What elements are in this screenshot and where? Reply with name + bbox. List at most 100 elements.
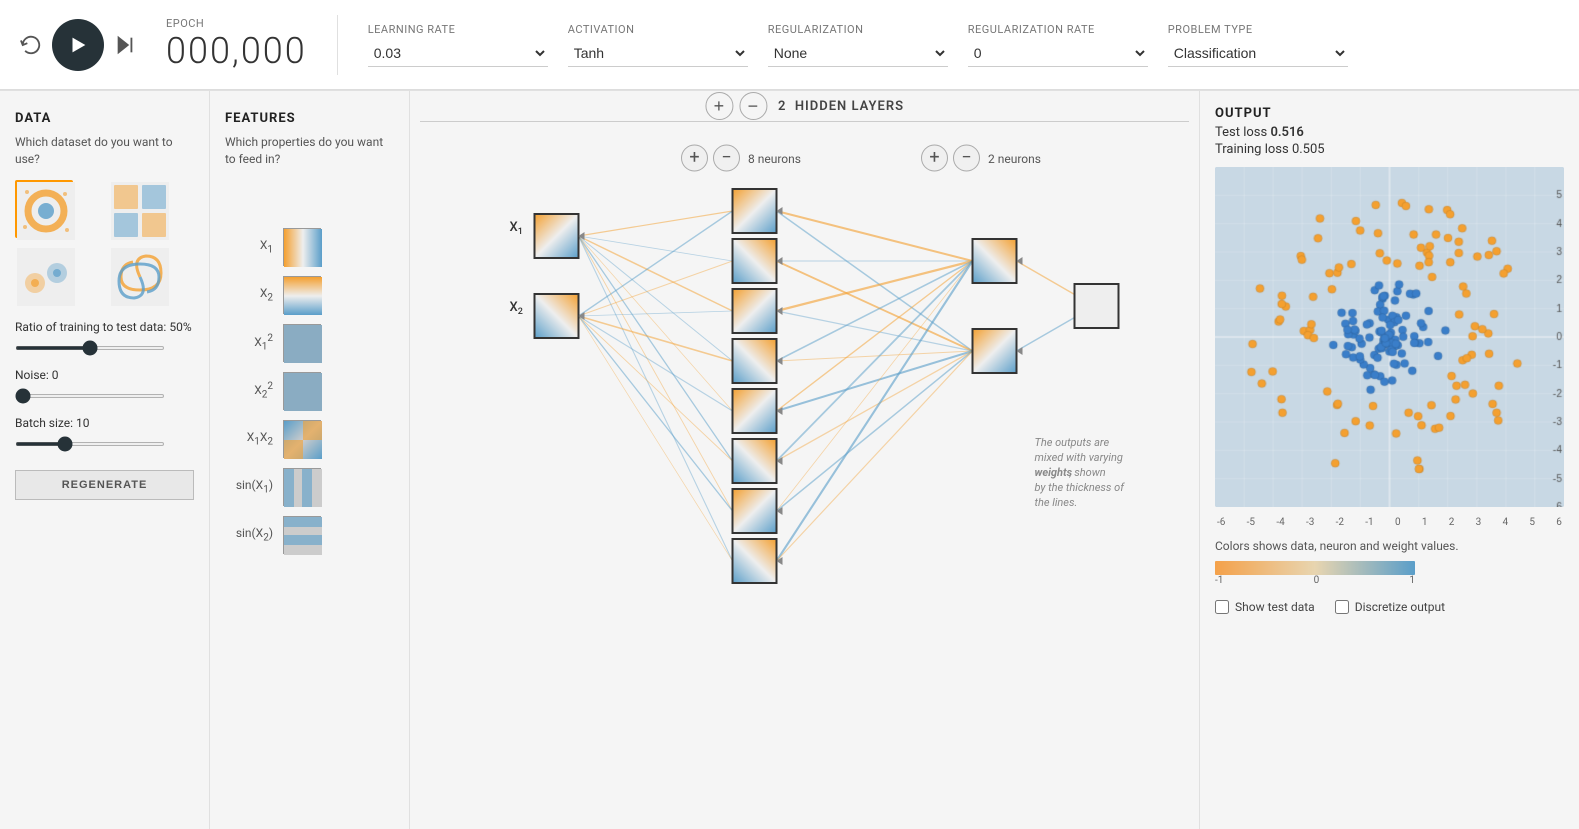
activation-label: Activation	[568, 23, 748, 36]
svg-text:X1: X1	[510, 220, 523, 237]
svg-text:the lines.: the lines.	[1035, 496, 1078, 509]
activation-select[interactable]: ReLU Tanh Sigmoid Linear	[568, 40, 748, 67]
ratio-group: Ratio of training to test data: 50%	[15, 320, 194, 354]
output-visualization	[1215, 167, 1564, 507]
svg-text:, shown: , shown	[1069, 466, 1106, 479]
svg-text:weights: weights	[1035, 466, 1073, 479]
feature-thumb-sinx2[interactable]	[283, 516, 321, 554]
ratio-value: 50%	[169, 320, 191, 334]
learning-rate-label: Learning rate	[368, 23, 548, 36]
reg-rate-select[interactable]: 0 0.001 0.003 0.01 0.03 0.1 0.3 1 3 10	[968, 40, 1148, 67]
noise-value: 0	[52, 368, 59, 382]
feature-thumb-x1[interactable]	[283, 228, 321, 266]
svg-text:The outputs are: The outputs are	[1035, 436, 1110, 449]
feature-thumb-x2sq[interactable]	[283, 372, 321, 410]
reg-rate-label: Regularization rate	[968, 23, 1148, 36]
main-content: DATA Which dataset do you want to use?	[0, 91, 1579, 829]
bottom-options: Show test data Discretize output	[1215, 600, 1564, 614]
feature-sinx1: sin(X1)	[225, 468, 394, 506]
playback-controls	[20, 19, 136, 71]
play-button[interactable]	[52, 19, 104, 71]
training-loss-value: 0.505	[1292, 142, 1325, 157]
batch-group: Batch size: 10	[15, 416, 194, 450]
test-loss-value: 0.516	[1270, 125, 1303, 140]
color-bar-min: -1	[1215, 575, 1223, 586]
color-bar	[1215, 561, 1415, 575]
feature-x1x2: X1X2	[225, 420, 394, 458]
feature-thumb-x1sq[interactable]	[283, 324, 321, 362]
activation-group: Activation ReLU Tanh Sigmoid Linear	[568, 23, 748, 67]
discretize-output-checkbox[interactable]	[1335, 600, 1349, 614]
feature-x1: X1	[225, 228, 394, 266]
show-test-label: Show test data	[1235, 600, 1315, 614]
ratio-slider[interactable]	[15, 346, 165, 350]
noise-slider[interactable]	[15, 394, 165, 398]
show-test-data-checkbox[interactable]	[1215, 600, 1229, 614]
noise-group: Noise: 0	[15, 368, 194, 402]
show-test-data-option[interactable]: Show test data	[1215, 600, 1315, 614]
svg-text:X2: X2	[510, 300, 523, 317]
color-legend-text: Colors shows data, neuron and weight val…	[1215, 538, 1564, 555]
svg-text:−: −	[961, 147, 971, 168]
reset-button[interactable]	[20, 34, 42, 56]
epoch-section: Epoch 000,000	[166, 17, 307, 72]
feature-thumb-x1x2[interactable]	[283, 420, 321, 458]
color-bar-labels: -1 0 1	[1215, 575, 1415, 586]
data-subtitle: Which dataset do you want to use?	[15, 134, 194, 168]
features-subtitle: Which properties do you want to feed in?	[225, 134, 394, 168]
svg-text:+: +	[689, 147, 699, 168]
data-title: DATA	[15, 111, 194, 126]
color-legend: Colors shows data, neuron and weight val…	[1215, 538, 1564, 586]
svg-text:2 neurons: 2 neurons	[988, 152, 1041, 166]
dataset-gaussian[interactable]	[15, 246, 73, 304]
dataset-grid	[15, 180, 194, 304]
svg-text:mixed with varying: mixed with varying	[1035, 451, 1123, 464]
x-axis-labels: -6-5-4-3-2-1 0123456	[1215, 517, 1564, 528]
feature-sinx2: sin(X2)	[225, 516, 394, 554]
output-panel: OUTPUT Test loss 0.516 Training loss 0.5…	[1199, 91, 1579, 829]
svg-text:by the thickness of: by the thickness of	[1035, 481, 1126, 494]
network-area: + − 2 HIDDEN LAYERS	[410, 91, 1199, 829]
problem-type-group: Problem type Classification Regression	[1168, 23, 1348, 67]
batch-value: 10	[76, 416, 90, 430]
discretize-output-option[interactable]: Discretize output	[1335, 600, 1445, 614]
network-svg: + − 8 neurons + − 2 neurons	[420, 136, 1189, 716]
regularization-select[interactable]: None L1 L2	[768, 40, 948, 67]
features-panel: FEATURES Which properties do you want to…	[210, 91, 410, 829]
svg-text:+: +	[929, 147, 939, 168]
feature-x1sq: X12	[225, 324, 394, 362]
discretize-label: Discretize output	[1355, 600, 1445, 614]
header: Epoch 000,000 Learning rate 0.00001 0.00…	[0, 0, 1579, 90]
feature-x2: X2	[225, 276, 394, 314]
test-loss-text: Test loss 0.516	[1215, 125, 1564, 140]
ratio-label: Ratio of training to test data: 50%	[15, 320, 194, 334]
feature-thumb-x2[interactable]	[283, 276, 321, 314]
step-button[interactable]	[114, 34, 136, 56]
color-bar-max: 1	[1409, 575, 1415, 586]
regularization-group: Regularization None L1 L2	[768, 23, 948, 67]
training-loss-text: Training loss 0.505	[1215, 142, 1564, 157]
svg-text:−: −	[721, 147, 731, 168]
data-panel: DATA Which dataset do you want to use?	[0, 91, 210, 829]
dataset-spiral[interactable]	[109, 246, 167, 304]
output-title: OUTPUT	[1215, 106, 1564, 121]
epoch-label: Epoch	[166, 17, 307, 30]
feature-x2sq: X22	[225, 372, 394, 410]
learning-rate-group: Learning rate 0.00001 0.0001 0.001 0.03 …	[368, 23, 548, 67]
noise-label: Noise: 0	[15, 368, 194, 382]
regenerate-button[interactable]: REGENERATE	[15, 470, 194, 500]
learning-rate-select[interactable]: 0.00001 0.0001 0.001 0.03 0.1 1 3 10	[368, 40, 548, 67]
batch-slider[interactable]	[15, 442, 165, 446]
svg-text:8 neurons: 8 neurons	[748, 152, 801, 166]
dataset-circle[interactable]	[15, 180, 73, 238]
feature-thumb-sinx1[interactable]	[283, 468, 321, 506]
regularization-label: Regularization	[768, 23, 948, 36]
epoch-value: 000,000	[166, 30, 307, 72]
problem-type-select[interactable]: Classification Regression	[1168, 40, 1348, 67]
color-bar-container	[1215, 561, 1564, 575]
batch-label: Batch size: 10	[15, 416, 194, 430]
dataset-xor[interactable]	[109, 180, 167, 238]
features-title: FEATURES	[225, 111, 394, 126]
color-bar-mid: 0	[1314, 575, 1320, 586]
reg-rate-group: Regularization rate 0 0.001 0.003 0.01 0…	[968, 23, 1148, 67]
